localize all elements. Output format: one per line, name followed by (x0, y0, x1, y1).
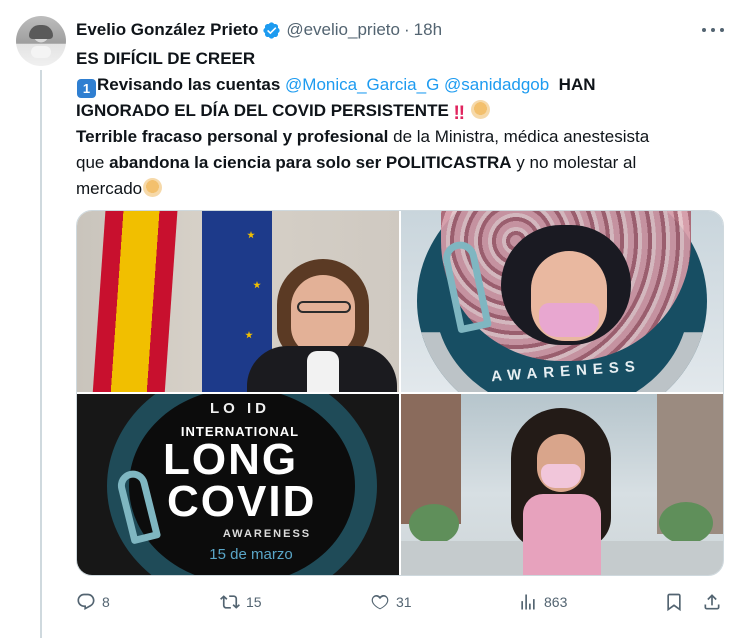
tweet-line-2-tail: HAN (558, 75, 596, 94)
tweet-line-5-rest: y no molestar al (511, 153, 637, 172)
shirt (307, 351, 339, 392)
views-count: 863 (544, 594, 568, 610)
tree (409, 504, 459, 544)
action-bar: 8 15 31 863 (76, 592, 726, 616)
tweet-text: ES DIFÍCIL DE CREER 1 Revisando las cuent… (76, 46, 726, 202)
face-mask (541, 464, 581, 488)
tweet-line-5-pre: que (76, 153, 110, 172)
repost-button[interactable]: 15 (220, 592, 262, 612)
tweet-header: Evelio González Prieto @evelio_prieto · … (76, 18, 442, 42)
girl-body (523, 494, 601, 575)
author-handle[interactable]: @evelio_prieto (286, 20, 400, 40)
face-mask (539, 303, 599, 337)
thread-line (40, 70, 42, 638)
mention-sanidadgob[interactable]: @sanidadgob (444, 75, 549, 94)
share-button[interactable] (702, 592, 722, 612)
reply-button[interactable]: 8 (76, 592, 110, 612)
views-button[interactable]: 863 (518, 592, 567, 612)
bookmark-button[interactable] (664, 592, 684, 612)
media-grid: AWARENESS LO ID INTERNATIONAL LONG COVID… (76, 210, 724, 576)
covid-text: COVID (167, 477, 317, 526)
tweet-line-5: que abandona la ciencia para solo ser PO… (76, 150, 726, 176)
more-icon[interactable] (702, 20, 724, 40)
media-image-1[interactable] (77, 211, 399, 392)
separator-dot: · (403, 20, 410, 39)
repost-icon (220, 595, 240, 609)
verified-icon (263, 21, 280, 39)
media-image-2[interactable]: AWARENESS (401, 211, 723, 392)
tweet-line-4-bold: Terrible fracaso personal y profesional (76, 127, 389, 146)
tweet-line-2-bold: Revisando las cuentas (97, 75, 281, 94)
facepalm-icon-2 (143, 178, 163, 197)
reply-icon (77, 593, 95, 611)
keycap-one-icon: 1 (77, 79, 96, 98)
media-image-3[interactable]: LO ID INTERNATIONAL LONG COVID AWARENESS… (77, 394, 399, 575)
long-text: LONG (163, 435, 299, 484)
avatar[interactable] (16, 16, 66, 66)
ring-text: LO ID (210, 400, 270, 417)
tweet-time[interactable]: 18h (414, 20, 442, 40)
avatar-hair (29, 25, 53, 39)
tweet-line-3-bold: IGNORADO EL DÍA DEL COVID PERSISTENTE (76, 101, 449, 120)
author-name[interactable]: Evelio González Prieto (76, 20, 258, 40)
tweet-line-6-text: mercado (76, 179, 143, 198)
tweet-line-4: Terrible fracaso personal y profesional … (76, 124, 726, 150)
avatar-mask (31, 46, 51, 58)
awareness-text: AWARENESS (222, 528, 312, 540)
mention-monica-garcia[interactable]: @Monica_Garcia_G (285, 75, 439, 94)
like-icon (371, 594, 389, 610)
tweet-line-3: IGNORADO EL DÍA DEL COVID PERSISTENTE ‼ (76, 98, 726, 124)
tweet-line-4-rest: de la Ministra, médica anestesista (388, 127, 650, 146)
double-exclamation-icon: ‼ (453, 103, 466, 124)
bookmark-icon (667, 593, 681, 612)
repost-count: 15 (246, 594, 262, 610)
views-icon (521, 594, 535, 610)
tweet-line-6: mercado (76, 176, 726, 202)
like-button[interactable]: 31 (370, 592, 412, 612)
facepalm-icon (470, 100, 490, 119)
tweet-line-2: 1 Revisando las cuentas @Monica_Garcia_G … (76, 72, 726, 98)
share-icon (704, 594, 720, 610)
media-image-4[interactable] (401, 394, 723, 575)
tweet-line-1: ES DIFÍCIL DE CREER (76, 49, 256, 68)
reply-count: 8 (102, 594, 110, 610)
glasses (297, 301, 351, 313)
woman-face (291, 275, 355, 355)
tree (659, 502, 713, 544)
like-count: 31 (396, 594, 412, 610)
tweet-line-5-bold: abandona la ciencia para solo ser POLITI… (109, 153, 512, 172)
date-text: 15 de marzo (209, 546, 293, 563)
spain-flag (92, 211, 178, 392)
